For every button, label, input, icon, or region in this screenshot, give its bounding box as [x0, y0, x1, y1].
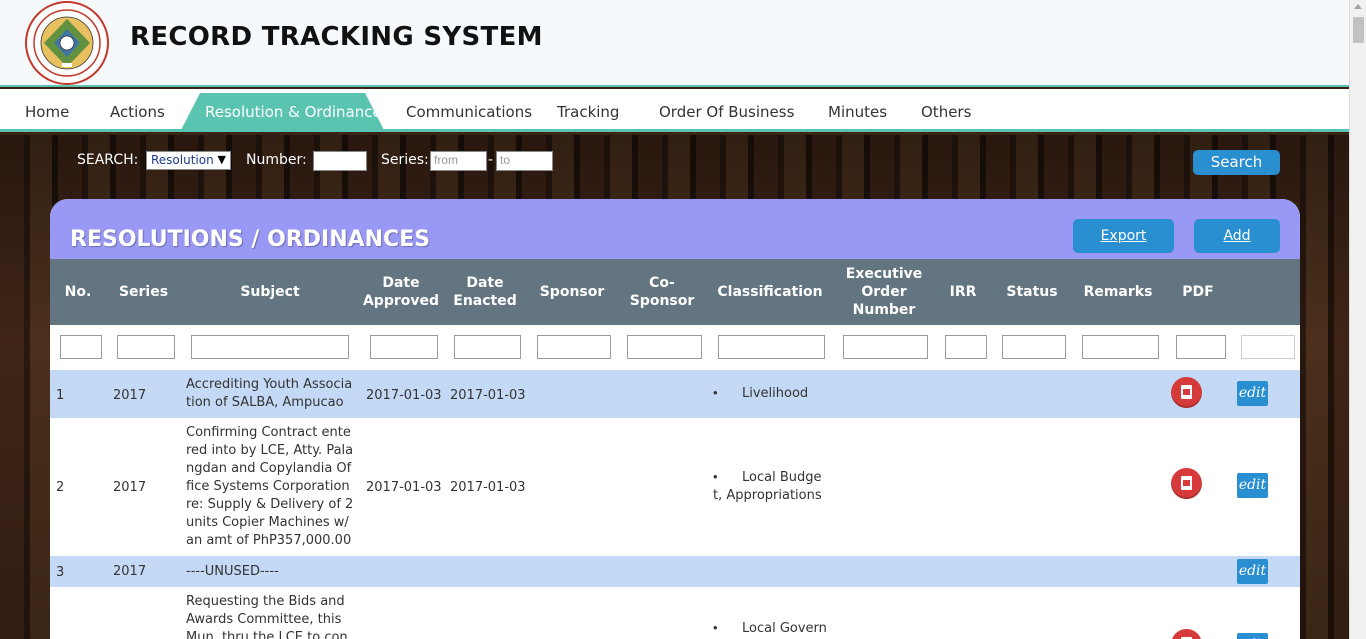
add-button[interactable]: Add — [1194, 219, 1280, 253]
main-nav: Home Actions Resolution & Ordinance Comm… — [0, 89, 1349, 132]
table-row: 1 2017 Accrediting Youth Association of … — [50, 370, 1300, 418]
cell-no: 1 — [56, 388, 65, 403]
cell-subject: Requesting the Bids and Awards Committee… — [186, 594, 348, 639]
search-bar: SEARCH: Resolution ▼ Number: Series: fro… — [0, 150, 1349, 176]
filter-extra-input[interactable] — [1241, 335, 1295, 359]
cell-series: 2017 — [113, 480, 147, 495]
table-header: No. Series Subject Date Approved Date En… — [50, 259, 1300, 325]
filter-series-input[interactable] — [117, 335, 175, 359]
series-dash: - — [488, 152, 494, 168]
cell-subject: ----UNUSED---- — [186, 564, 279, 579]
filter-status-input[interactable] — [1002, 335, 1066, 359]
resolutions-panel: RESOLUTIONS / ORDINANCES Export Add No. … — [50, 199, 1300, 639]
edit-button[interactable]: edit — [1237, 633, 1268, 639]
col-header-date-enacted[interactable]: Date Enacted — [446, 259, 524, 325]
col-header-series[interactable]: Series — [106, 259, 181, 325]
bullet-icon: • — [713, 385, 718, 400]
nav-item-order-of-business[interactable]: Order Of Business — [659, 89, 794, 132]
pdf-icon[interactable] — [1171, 377, 1202, 408]
col-header-co-sponsor[interactable]: Co-Sponsor — [620, 259, 704, 325]
nav-item-home[interactable]: Home — [25, 89, 69, 132]
cell-date-approved: 2017-01-03 — [366, 480, 442, 495]
edit-button[interactable]: edit — [1237, 381, 1268, 406]
filter-sponsor-input[interactable] — [537, 335, 611, 359]
scroll-thumb[interactable] — [1353, 17, 1364, 43]
cell-no: 3 — [56, 565, 65, 580]
table-row: Requesting the Bids and Awards Committee… — [50, 587, 1300, 639]
dropdown-caret-icon: ▼ — [217, 153, 226, 166]
cell-subject: Accrediting Youth Association of SALBA, … — [186, 377, 353, 410]
filter-irr-input[interactable] — [945, 335, 987, 359]
number-input[interactable] — [313, 151, 367, 171]
bullet-icon: • — [713, 620, 718, 635]
col-header-classification[interactable]: Classification — [717, 259, 822, 325]
number-label: Number: — [246, 152, 307, 168]
municipality-seal-logo — [25, 1, 109, 85]
col-header-sponsor[interactable]: Sponsor — [534, 259, 610, 325]
search-label: SEARCH: — [77, 152, 139, 168]
cell-classification: Local Govern — [742, 621, 827, 636]
cell-date-enacted: 2017-01-03 — [450, 480, 526, 495]
pdf-icon[interactable] — [1171, 468, 1202, 499]
filter-classification-input[interactable] — [718, 335, 825, 359]
cell-no: 2 — [56, 480, 65, 495]
scroll-up-arrow-icon[interactable] — [1354, 4, 1362, 9]
nav-item-actions[interactable]: Actions — [110, 89, 165, 132]
nav-item-resolution-ordinance[interactable]: Resolution & Ordinance — [205, 89, 382, 132]
col-header-pdf[interactable]: PDF — [1174, 259, 1222, 325]
nav-item-tracking[interactable]: Tracking — [557, 89, 619, 132]
filter-pdf-input[interactable] — [1176, 335, 1226, 359]
filter-no-input[interactable] — [60, 335, 102, 359]
col-header-remarks[interactable]: Remarks — [1080, 259, 1156, 325]
col-header-executive-order-number[interactable]: Executive Order Number — [842, 259, 926, 325]
cell-classification: Local Budget, Appropriations — [713, 470, 822, 503]
col-header-no[interactable]: No. — [50, 259, 106, 325]
site-header: RECORD TRACKING SYSTEM — [0, 0, 1349, 87]
export-button[interactable]: Export — [1073, 219, 1174, 253]
cell-date-enacted: 2017-01-03 — [450, 388, 526, 403]
pdf-icon[interactable] — [1171, 629, 1202, 639]
page-scrollbar[interactable] — [1349, 0, 1366, 639]
filter-remarks-input[interactable] — [1082, 335, 1159, 359]
cell-classification: Livelihood — [742, 386, 809, 401]
filter-subject-input[interactable] — [191, 335, 349, 359]
col-header-date-approved[interactable]: Date Approved — [362, 259, 440, 325]
panel-title: RESOLUTIONS / ORDINANCES — [70, 227, 431, 252]
cell-series: 2017 — [113, 388, 147, 403]
col-header-irr[interactable]: IRR — [943, 259, 983, 325]
search-type-select[interactable]: Resolution ▼ — [146, 151, 231, 170]
col-header-subject[interactable]: Subject — [181, 259, 359, 325]
table-row: 3 2017 ----UNUSED---- edit — [50, 556, 1300, 587]
site-title: RECORD TRACKING SYSTEM — [130, 22, 543, 52]
series-to-input[interactable]: to — [496, 151, 553, 171]
table-row: 2 2017 Confirming Contract entered into … — [50, 418, 1300, 556]
filter-row — [50, 325, 1300, 370]
series-label: Series: — [381, 152, 429, 168]
edit-button[interactable]: edit — [1237, 473, 1268, 498]
search-type-value: Resolution — [151, 153, 214, 167]
edit-button[interactable]: edit — [1237, 559, 1268, 584]
filter-executive-order-input[interactable] — [843, 335, 928, 359]
filter-date-approved-input[interactable] — [370, 335, 438, 359]
filter-date-enacted-input[interactable] — [454, 335, 521, 359]
cell-date-approved: 2017-01-03 — [366, 388, 442, 403]
col-header-status[interactable]: Status — [1000, 259, 1064, 325]
filter-co-sponsor-input[interactable] — [627, 335, 702, 359]
nav-item-communications[interactable]: Communications — [406, 89, 532, 132]
series-from-input[interactable]: from — [430, 151, 487, 171]
cell-subject: Confirming Contract entered into by LCE,… — [186, 425, 354, 548]
nav-item-minutes[interactable]: Minutes — [828, 89, 887, 132]
cell-series: 2017 — [113, 564, 147, 579]
nav-item-others[interactable]: Others — [921, 89, 971, 132]
panel-header: RESOLUTIONS / ORDINANCES Export Add — [50, 199, 1300, 259]
search-button[interactable]: Search — [1193, 150, 1280, 175]
